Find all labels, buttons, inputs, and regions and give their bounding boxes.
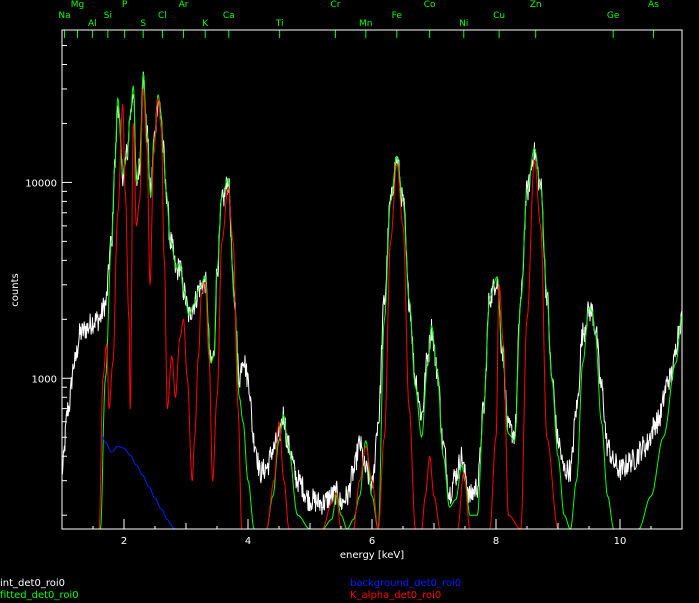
element-label: Cr: [330, 0, 340, 10]
element-label: Ti: [275, 19, 284, 29]
element-label: P: [122, 0, 128, 10]
element-label: Cu: [493, 11, 505, 21]
spectrum-chart: NaMgAlSiPSClArKCaTiCrMnFeCoNiCuZnGeAs 24…: [0, 0, 699, 603]
x-tick-label: 6: [369, 536, 375, 547]
element-label: Ca: [223, 11, 235, 21]
y-tick-label: 10000: [25, 178, 57, 189]
element-label: Mg: [71, 0, 84, 10]
element-label: Zn: [530, 0, 542, 10]
x-tick-label: 4: [245, 536, 251, 547]
legend-fitted: fitted_det0_roi0: [0, 590, 79, 601]
element-label: Mn: [359, 19, 372, 29]
y-axis-label: counts: [10, 273, 21, 306]
element-label: S: [140, 19, 146, 29]
legend-background: background_det0_roi0: [350, 578, 462, 589]
element-label: Cl: [158, 11, 167, 21]
legend-int: int_det0_roi0: [0, 578, 65, 589]
y-tick-label: 1000: [32, 374, 57, 385]
element-label: Ge: [607, 11, 620, 21]
element-label: Na: [58, 11, 70, 21]
legend-k-alpha: K_alpha_det0_roi0: [350, 590, 442, 601]
element-label: Ni: [459, 19, 468, 29]
element-label: Al: [88, 19, 97, 29]
x-tick-label: 2: [121, 536, 127, 547]
x-tick-label: 8: [493, 536, 499, 547]
x-axis-label: energy [keV]: [340, 550, 404, 561]
element-label: Co: [424, 0, 436, 10]
x-tick-label: 10: [614, 536, 627, 547]
element-label: Ar: [179, 0, 189, 10]
element-label: Fe: [392, 11, 403, 21]
element-label: Si: [104, 11, 112, 21]
element-label: As: [648, 0, 659, 10]
